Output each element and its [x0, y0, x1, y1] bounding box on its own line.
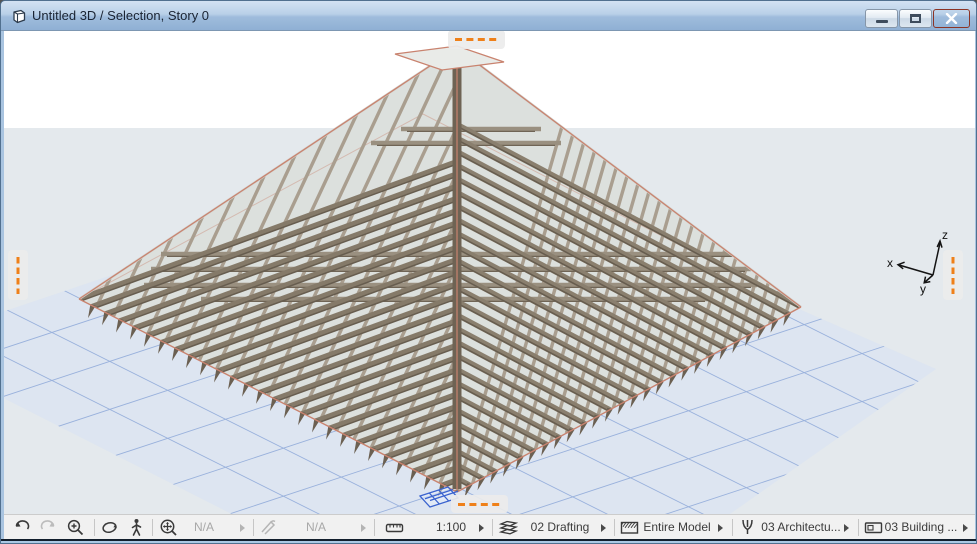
scene-3d: z x y: [4, 31, 975, 514]
scroll-handle-left[interactable]: [8, 250, 28, 300]
separator: [94, 519, 95, 536]
scale-ruler-icon[interactable]: [384, 517, 405, 538]
marquee-menu-arrow-icon[interactable]: [718, 524, 723, 532]
layer-menu-arrow-icon[interactable]: [601, 524, 606, 532]
3d-view-window-icon: [11, 8, 28, 25]
zoom-value[interactable]: N/A: [174, 520, 234, 534]
application-window: Untitled 3D / Selection, Story 0: [0, 0, 977, 544]
scale-menu-arrow-icon[interactable]: [479, 524, 484, 532]
maximize-button[interactable]: [899, 9, 932, 28]
favorites-value[interactable]: 03 Building ...: [880, 520, 962, 534]
marquee-value[interactable]: Entire Model: [638, 520, 716, 534]
scroll-handle-bottom[interactable]: [451, 495, 508, 513]
quick-options-bar: N/A N/A 1:100 02 Drafting Entire Mode: [4, 514, 975, 539]
minimize-button[interactable]: [865, 9, 898, 28]
history-back-icon[interactable]: [11, 517, 32, 538]
orbit-icon[interactable]: [99, 517, 120, 538]
viewport-3d[interactable]: z x y: [4, 31, 975, 514]
axis-y-label: y: [920, 282, 926, 296]
history-forward-icon[interactable]: [38, 517, 59, 538]
separator: [152, 519, 153, 536]
scroll-handle-top[interactable]: [448, 31, 505, 49]
separator: [492, 519, 493, 536]
close-icon: [945, 13, 958, 24]
orientation-menu-arrow-icon[interactable]: [361, 524, 366, 532]
separator: [374, 519, 375, 536]
separator: [858, 519, 859, 536]
scroll-handle-right[interactable]: [943, 250, 963, 300]
axis-x-label: x: [887, 256, 893, 270]
explore-walk-icon[interactable]: [126, 517, 147, 538]
orientation-value[interactable]: N/A: [286, 520, 346, 534]
marquee-filter-icon[interactable]: [619, 517, 640, 538]
pen-set-icon[interactable]: [737, 517, 758, 538]
favorites-menu-arrow-icon[interactable]: [963, 524, 968, 532]
zoom-in-icon[interactable]: [65, 517, 86, 538]
title-bar[interactable]: Untitled 3D / Selection, Story 0: [1, 1, 977, 31]
layer-value[interactable]: 02 Drafting: [522, 520, 598, 534]
separator: [614, 519, 615, 536]
pen-set-menu-arrow-icon[interactable]: [844, 524, 849, 532]
pen-set-value[interactable]: 03 Architectu...: [759, 520, 843, 534]
layers-icon[interactable]: [498, 517, 519, 538]
scale-value[interactable]: 1:100: [422, 520, 480, 534]
zoom-menu-arrow-icon[interactable]: [240, 524, 245, 532]
axis-z-label: z: [942, 228, 948, 242]
orientation-icon[interactable]: [258, 517, 279, 538]
minimize-glyph: [876, 20, 888, 23]
close-button[interactable]: [933, 9, 970, 28]
maximize-glyph: [910, 14, 921, 23]
window-title: Untitled 3D / Selection, Story 0: [32, 1, 209, 30]
separator: [253, 519, 254, 536]
separator: [732, 519, 733, 536]
